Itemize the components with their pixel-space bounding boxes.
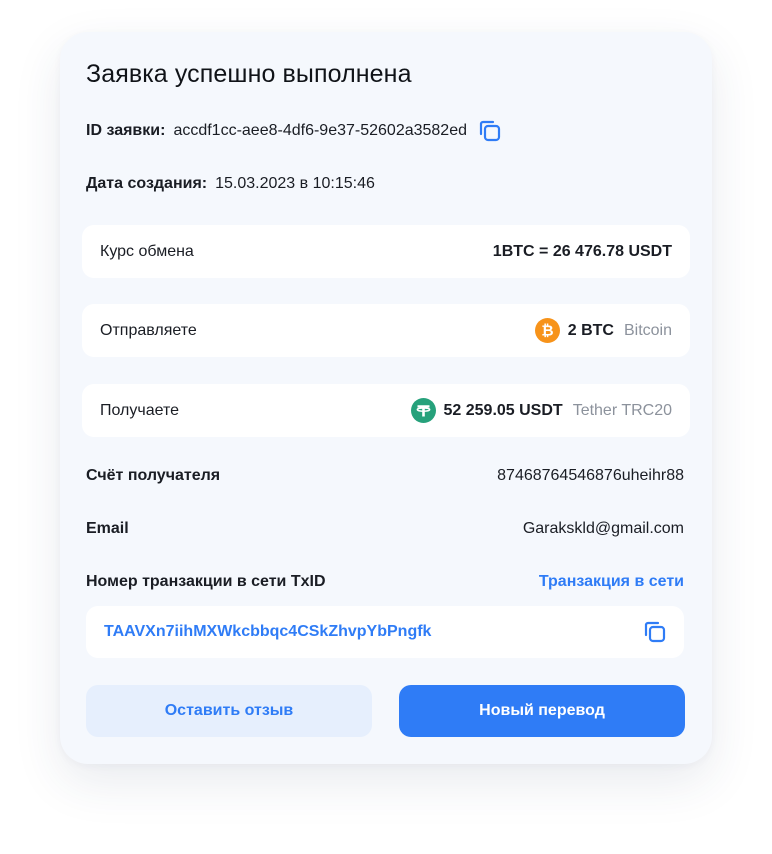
page-title: Заявка успешно выполнена bbox=[86, 60, 412, 88]
txid-box: TAAVXn7iihMXWkcbbqc4CSkZhvpYbPngfk bbox=[86, 606, 684, 658]
copy-icon[interactable] bbox=[642, 619, 668, 645]
email-row: Email Garakskld@gmail.com bbox=[86, 520, 684, 538]
order-date-row: Дата создания: 15.03.2023 в 10:15:46 bbox=[86, 175, 375, 193]
order-id-label: ID заявки: bbox=[86, 122, 166, 139]
send-amount: 2 BTC bbox=[567, 321, 614, 339]
bitcoin-icon: ₿ bbox=[534, 318, 560, 343]
exchange-rate-label: Курс обмена bbox=[100, 242, 194, 260]
svg-text:₿: ₿ bbox=[541, 322, 553, 340]
receive-amount: 52 259.05 USDT bbox=[443, 401, 563, 419]
receive-label: Получаете bbox=[100, 401, 180, 419]
leave-review-button[interactable]: Оставить отзыв bbox=[86, 685, 372, 737]
send-panel: Отправляете ₿ 2 BTC Bitcoin bbox=[82, 304, 690, 357]
transaction-link[interactable]: Транзакция в сети bbox=[539, 573, 684, 591]
exchange-rate-panel: Курс обмена 1BTC = 26 476.78 USDT bbox=[82, 225, 690, 278]
tether-icon bbox=[410, 398, 436, 423]
receive-panel: Получаете 52 259.05 USDT Tether TRC20 bbox=[82, 384, 690, 437]
txid-row: Номер транзакции в сети TxID Транзакция … bbox=[86, 573, 684, 591]
email-value: Garakskld@gmail.com bbox=[522, 520, 684, 537]
email-label: Email bbox=[86, 520, 129, 537]
order-card: Заявка успешно выполнена ID заявки: accd… bbox=[60, 32, 712, 764]
send-currency: Bitcoin bbox=[623, 321, 672, 339]
account-value: 87468764546876uheihr88 bbox=[497, 467, 684, 484]
account-row: Счёт получателя 87468764546876uheihr88 bbox=[86, 467, 684, 485]
order-date-label: Дата создания: bbox=[86, 175, 208, 192]
receive-currency: Tether TRC20 bbox=[572, 401, 672, 419]
order-id-row: ID заявки: accdf1cc-aee8-4df6-9e37-52602… bbox=[86, 118, 503, 144]
copy-icon[interactable] bbox=[477, 118, 503, 144]
order-date-value: 15.03.2023 в 10:15:46 bbox=[215, 175, 375, 192]
account-label: Счёт получателя bbox=[86, 467, 221, 484]
send-label: Отправляете bbox=[100, 321, 197, 339]
txid-label: Номер транзакции в сети TxID bbox=[86, 573, 326, 590]
new-transfer-button[interactable]: Новый перевод bbox=[399, 685, 685, 737]
order-id-value: accdf1cc-aee8-4df6-9e37-52602a3582ed bbox=[173, 122, 467, 139]
exchange-rate-value: 1BTC = 26 476.78 USDT bbox=[492, 242, 672, 260]
txid-value[interactable]: TAAVXn7iihMXWkcbbqc4CSkZhvpYbPngfk bbox=[104, 623, 431, 641]
